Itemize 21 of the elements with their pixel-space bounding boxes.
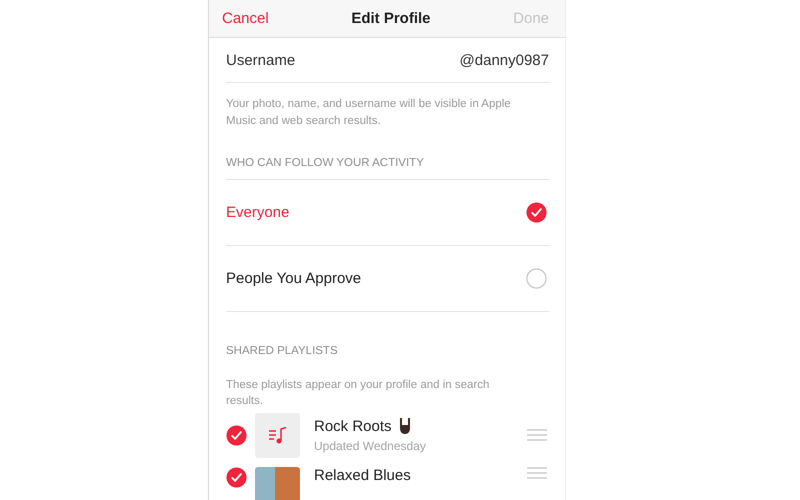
cancel-button[interactable]: Cancel — [222, 10, 269, 27]
hand-icon — [398, 417, 412, 435]
reorder-handle-icon[interactable] — [527, 467, 547, 479]
photo-placeholder — [255, 467, 300, 500]
privacy-note: Your photo, name, and username will be visible in Apple Music and web search results. — [226, 97, 512, 129]
playlist-subtitle: Updated Wednesday — [314, 439, 427, 453]
username-value[interactable]: @danny0987 — [460, 52, 549, 68]
username-label: Username — [226, 52, 296, 68]
checked-circle-icon[interactable] — [526, 202, 547, 223]
checked-circle-icon[interactable] — [226, 424, 247, 446]
reorder-handle-icon[interactable] — [527, 429, 547, 441]
follow-option[interactable]: People You Approve — [226, 270, 362, 287]
playlist-title: Relaxed Blues — [314, 467, 411, 484]
section-header: SHARED PLAYLISTS — [226, 345, 339, 357]
screen-title: Edit Profile — [351, 10, 431, 27]
follow-option[interactable]: Everyone — [226, 204, 290, 221]
checked-circle-icon[interactable] — [226, 467, 247, 488]
playlists-note: These playlists appear on your profile and in search results. — [226, 378, 490, 409]
music-note-icon — [266, 424, 288, 446]
playlist-title: Rock Roots — [314, 418, 392, 434]
section-header: WHO CAN FOLLOW YOUR ACTIVITY — [226, 157, 549, 180]
